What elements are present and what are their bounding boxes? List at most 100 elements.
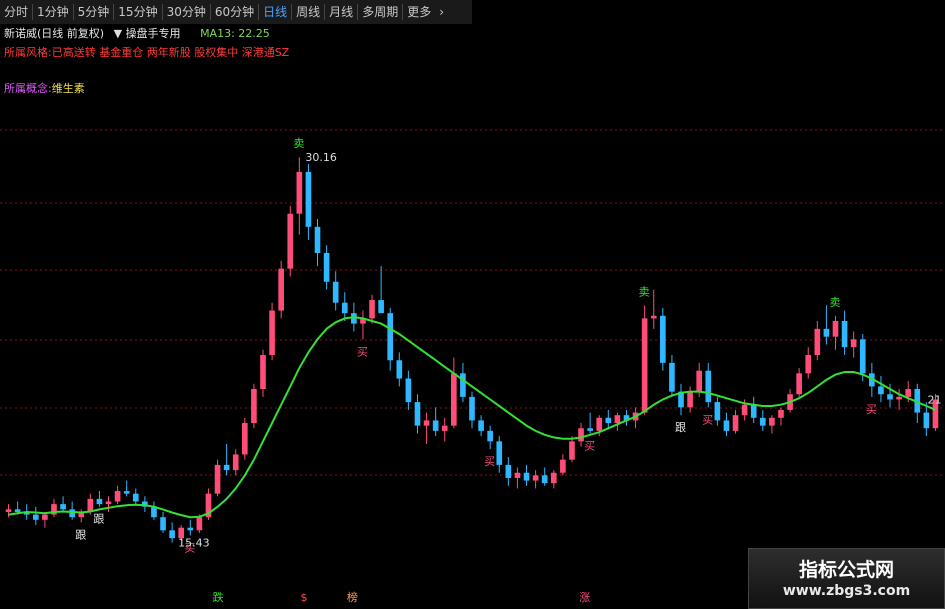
candle-body-90 xyxy=(823,328,830,337)
candle-body-23 xyxy=(214,464,221,494)
candle-body-80 xyxy=(732,415,739,431)
candle-body-94 xyxy=(859,339,866,374)
candle-body-58 xyxy=(532,475,539,481)
period-button-4[interactable]: 30分钟 xyxy=(163,0,210,24)
candle-body-29 xyxy=(269,310,275,356)
price-low-label: 15.43 xyxy=(178,537,210,550)
candle-body-43 xyxy=(396,360,403,379)
concept-key: 所属概念: xyxy=(4,82,52,95)
concept-line: 所属概念:维生素 xyxy=(4,80,85,96)
candle-body-96 xyxy=(878,386,884,395)
candle-body-51 xyxy=(469,396,475,421)
ma-value: MA13: 22.25 xyxy=(200,27,270,40)
candle-body-46 xyxy=(423,420,430,426)
candle-body-81 xyxy=(741,404,748,416)
period-button-5[interactable]: 60分钟 xyxy=(211,0,258,24)
candle-body-85 xyxy=(778,409,784,418)
candle-body-0 xyxy=(5,509,12,512)
candle-body-82 xyxy=(750,404,757,418)
candle-body-14 xyxy=(132,493,139,502)
candle-body-87 xyxy=(796,373,802,395)
candle-body-21 xyxy=(196,517,203,531)
period-button-2[interactable]: 5分钟 xyxy=(74,0,114,24)
candle-body-3 xyxy=(32,514,39,520)
candle-body-77 xyxy=(705,370,712,403)
candle-body-101 xyxy=(923,412,930,429)
bottom-label-1: $ xyxy=(301,591,308,604)
candle-body-20 xyxy=(187,527,194,531)
candle-body-28 xyxy=(260,355,266,390)
candle-body-18 xyxy=(169,530,175,539)
period-button-1[interactable]: 1分钟 xyxy=(33,0,73,24)
candle-body-62 xyxy=(569,441,575,460)
candle-body-57 xyxy=(523,472,530,481)
candle-body-35 xyxy=(323,252,330,282)
candle-body-79 xyxy=(723,420,730,431)
candle-body-32 xyxy=(296,171,303,214)
candle-body-56 xyxy=(514,472,521,478)
candle-body-99 xyxy=(905,389,912,397)
candle-body-54 xyxy=(496,441,503,465)
period-button-8[interactable]: 月线 xyxy=(325,0,357,24)
signal-label-1: 买 xyxy=(357,345,368,358)
candle-body-65 xyxy=(596,417,603,431)
candlestick-chart[interactable]: 卖买买买卖跟买卖买跟跟买 30.16 15.43 21 跌 $ 榜涨 xyxy=(0,0,945,609)
price-labels: 30.16 15.43 21 xyxy=(178,151,941,549)
period-button-9[interactable]: 多周期 xyxy=(358,0,402,24)
candle-body-50 xyxy=(460,373,466,397)
bottom-labels: 跌 $ 榜 涨 xyxy=(213,590,591,604)
candle-body-41 xyxy=(378,300,384,314)
candle-body-7 xyxy=(69,509,75,518)
candle-body-48 xyxy=(441,425,448,431)
period-button-6[interactable]: 日线 xyxy=(259,0,291,24)
dropdown-icon: ▼ xyxy=(113,27,123,40)
candle-body-97 xyxy=(887,394,893,400)
candle-body-89 xyxy=(814,328,821,356)
signal-label-6: 买 xyxy=(702,413,713,426)
stock-name: 新诺威(日线 前复权) xyxy=(4,27,105,40)
watermark-logo: 指标公式网 www.zbgs3.com xyxy=(748,548,945,609)
watermark-url: www.zbgs3.com xyxy=(782,583,911,599)
candle-body-17 xyxy=(160,517,166,531)
style-tags: 所属风格:已高送转 基金重仓 两年新股 股权集中 深港通SZ xyxy=(4,46,290,59)
candle-body-75 xyxy=(687,391,693,408)
signal-label-5: 跟 xyxy=(675,421,686,434)
period-button-10[interactable]: 更多 xyxy=(403,0,435,24)
candle-body-70 xyxy=(641,318,648,413)
candle-body-34 xyxy=(314,226,321,253)
candle-body-61 xyxy=(560,459,566,473)
signal-label-0: 卖 xyxy=(293,137,304,150)
period-button-3[interactable]: 15分钟 xyxy=(114,0,161,24)
candles xyxy=(5,157,939,543)
candle-body-33 xyxy=(305,171,312,227)
candle-body-26 xyxy=(241,423,248,455)
candle-body-84 xyxy=(769,417,775,426)
candle-body-64 xyxy=(587,428,593,431)
candle-body-73 xyxy=(669,362,675,392)
signal-label-10: 跟 xyxy=(93,513,104,526)
indicator-tool[interactable]: ▼ 操盘手专用 xyxy=(114,27,184,40)
candle-body-30 xyxy=(278,268,284,311)
candle-body-25 xyxy=(232,454,239,471)
chevron-right-icon[interactable]: › xyxy=(435,0,448,24)
candle-body-49 xyxy=(451,373,457,426)
concept-value: 维生素 xyxy=(51,82,85,95)
candle-body-4 xyxy=(42,514,48,520)
bottom-label-2: 榜 xyxy=(347,590,358,604)
candle-body-45 xyxy=(414,402,421,426)
indicator-tool-label: 操盘手专用 xyxy=(125,27,181,40)
period-button-7[interactable]: 周线 xyxy=(292,0,324,24)
candle-body-37 xyxy=(341,302,348,314)
signal-label-3: 买 xyxy=(584,439,595,452)
price-last-label: 21 xyxy=(927,393,941,406)
candle-body-91 xyxy=(832,320,839,337)
period-button-0[interactable]: 分时 xyxy=(0,0,32,24)
candle-body-88 xyxy=(805,355,812,374)
price-high-label: 30.16 xyxy=(305,151,337,164)
candle-body-40 xyxy=(369,300,375,319)
signal-label-9: 跟 xyxy=(75,528,86,541)
candle-body-10 xyxy=(96,498,103,505)
candle-body-13 xyxy=(123,491,130,494)
signal-label-4: 卖 xyxy=(639,285,650,298)
candle-body-36 xyxy=(332,281,339,303)
